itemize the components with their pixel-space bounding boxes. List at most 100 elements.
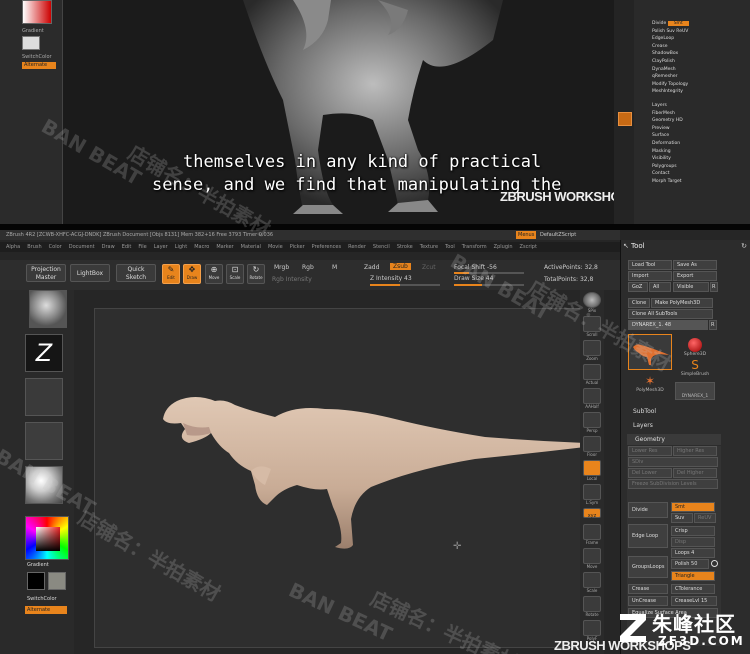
del-higher-button[interactable]: Del Higher — [673, 468, 717, 478]
loops-slider[interactable]: Loops 4 — [671, 548, 715, 558]
top-right-menu-item[interactable]: Polish Suv ReUV — [652, 28, 726, 36]
visible-button[interactable]: Visible — [673, 282, 709, 292]
top-right-menu-item[interactable]: Preview — [652, 125, 726, 133]
import-button[interactable]: Import — [628, 271, 672, 281]
menu-item[interactable]: Material — [241, 244, 261, 250]
menu-item[interactable]: Picker — [290, 244, 305, 250]
top-right-menu-item[interactable]: Geometry HD — [652, 117, 726, 125]
top-right-menu-item[interactable]: Deformation — [652, 140, 726, 148]
frame-button[interactable] — [583, 524, 601, 540]
alpha-thumbnail[interactable] — [25, 378, 63, 416]
top-right-menu-item[interactable]: Crease — [652, 43, 726, 51]
local-button[interactable] — [583, 460, 601, 476]
lsym-button[interactable] — [583, 484, 601, 500]
menu-item[interactable]: Document — [69, 244, 95, 250]
aahalf-button[interactable] — [583, 388, 601, 404]
menu-item[interactable]: Zscript — [520, 244, 537, 250]
current-tool-thumb[interactable] — [628, 334, 672, 370]
quick-sketch-button[interactable]: Quick Sketch — [116, 264, 156, 282]
top-canvas[interactable]: themselves in any kind of practical sens… — [62, 0, 637, 224]
switch-color-label[interactable]: SwitchColor — [27, 596, 57, 602]
actual-button[interactable] — [583, 364, 601, 380]
polish-slider[interactable]: Polish 50 — [671, 559, 709, 569]
brush-thumbnail[interactable] — [29, 290, 67, 328]
scale-view-button[interactable] — [583, 572, 601, 588]
menu-item[interactable]: Macro — [194, 244, 209, 250]
stroke-thumbnail[interactable]: Z — [25, 334, 63, 372]
texture-thumbnail[interactable] — [25, 422, 63, 460]
menu-item[interactable]: Marker — [216, 244, 233, 250]
dynarex-tool[interactable]: DYNAREX_1 — [675, 382, 715, 400]
top-orange-icon[interactable] — [618, 112, 632, 126]
crisp-toggle[interactable]: Crisp — [671, 526, 715, 536]
geometry-section[interactable]: Geometry — [627, 434, 721, 445]
layers-section[interactable]: Layers — [625, 420, 725, 431]
current-tool-r-button[interactable]: R — [709, 320, 717, 330]
top-right-menu-item[interactable]: DynaMesh — [652, 66, 726, 74]
top-right-menu-item[interactable]: MeshIntegrity — [652, 88, 726, 96]
top-right-menu-item[interactable]: Polygroups — [652, 163, 726, 171]
document-canvas[interactable]: ✛ — [94, 308, 585, 648]
groups-loops-button[interactable]: GroupsLoops — [628, 556, 668, 578]
load-tool-button[interactable]: Load Tool — [628, 260, 672, 270]
top-right-menu-item[interactable]: ClayPolish — [652, 58, 726, 66]
menu-item[interactable]: File — [138, 244, 146, 250]
top-right-menu-item[interactable]: Divide Smt — [652, 20, 726, 28]
del-lower-button[interactable]: Del Lower — [628, 468, 672, 478]
move-view-button[interactable] — [583, 548, 601, 564]
spix-button[interactable] — [583, 292, 601, 308]
rgb-intensity-slider[interactable]: Rgb Intensity — [272, 276, 312, 283]
menu-item[interactable]: Light — [175, 244, 187, 250]
draw-size-track[interactable] — [454, 284, 524, 286]
disp-toggle[interactable]: Disp — [671, 537, 715, 547]
xyz-button[interactable]: xyz — [583, 508, 601, 519]
menu-item[interactable]: Render — [348, 244, 366, 250]
menu-item[interactable]: Edit — [122, 244, 132, 250]
menu-item[interactable]: Alpha — [6, 244, 20, 250]
freeze-subdiv-button[interactable]: Freeze SubDivision Levels — [628, 479, 718, 489]
persp-button[interactable] — [583, 412, 601, 428]
focal-shift-slider[interactable]: Focal Shift -56 — [454, 264, 497, 271]
zadd-toggle[interactable]: Zadd — [364, 264, 379, 271]
focal-shift-track[interactable] — [454, 272, 524, 274]
crease-button[interactable]: Crease — [628, 584, 668, 594]
top-right-menu-item[interactable]: Modify Topology — [652, 81, 726, 89]
suv-toggle[interactable]: Suv — [671, 513, 693, 523]
top-right-menu-item[interactable]: Visibility — [652, 155, 726, 163]
subtool-section[interactable]: SubTool — [625, 406, 725, 417]
menu-item[interactable]: Layer — [154, 244, 168, 250]
floor-button[interactable] — [583, 436, 601, 452]
menu-item[interactable]: Brush — [27, 244, 41, 250]
ctolerance-slider[interactable]: CTolerance — [671, 584, 715, 594]
color-picker[interactable] — [25, 516, 69, 560]
reuv-button[interactable]: ReUV — [694, 513, 716, 523]
scroll-button[interactable] — [583, 316, 601, 332]
menu-item[interactable]: Tool — [445, 244, 455, 250]
zcut-toggle[interactable]: Zcut — [422, 264, 436, 271]
mrgb-toggle[interactable]: Mrgb — [274, 264, 289, 271]
divide-button[interactable]: Divide — [628, 502, 668, 518]
top-right-menu-item[interactable]: EdgeLoop — [652, 35, 726, 43]
color-picker-square[interactable] — [36, 527, 60, 551]
top-color-picker[interactable] — [22, 0, 52, 24]
alternate-button[interactable]: Alternate — [25, 606, 67, 614]
top-right-menu-item[interactable]: Contact — [652, 170, 726, 178]
m-toggle[interactable]: M — [332, 264, 337, 271]
menus-toggle[interactable]: Menus — [516, 231, 537, 239]
draw-button[interactable]: ✥ Draw — [183, 264, 201, 284]
make-polymesh-button[interactable]: Make PolyMesh3D — [651, 298, 713, 308]
top-swatch[interactable] — [22, 36, 40, 50]
menu-item[interactable]: Stencil — [373, 244, 390, 250]
top-right-menu-item[interactable]: Masking — [652, 148, 726, 156]
material-thumbnail[interactable] — [25, 466, 63, 504]
sdiv-slider[interactable]: SDiv — [628, 457, 718, 467]
polymesh3d-tool[interactable]: ✶ PolyMesh3D — [628, 374, 672, 398]
projection-master-button[interactable]: Projection Master — [26, 264, 66, 282]
current-tool-slider[interactable]: DYNAREX_1. 48 — [628, 320, 708, 330]
lightbox-button[interactable]: LightBox — [70, 264, 110, 282]
top-right-menu-item[interactable]: Morph Target — [652, 178, 726, 186]
edit-button[interactable]: ✎ Edit — [162, 264, 180, 284]
rotate-button[interactable]: ↻ Rotate — [247, 264, 265, 284]
menu-item[interactable]: Preferences — [312, 244, 341, 250]
r-button[interactable]: R — [710, 282, 718, 292]
